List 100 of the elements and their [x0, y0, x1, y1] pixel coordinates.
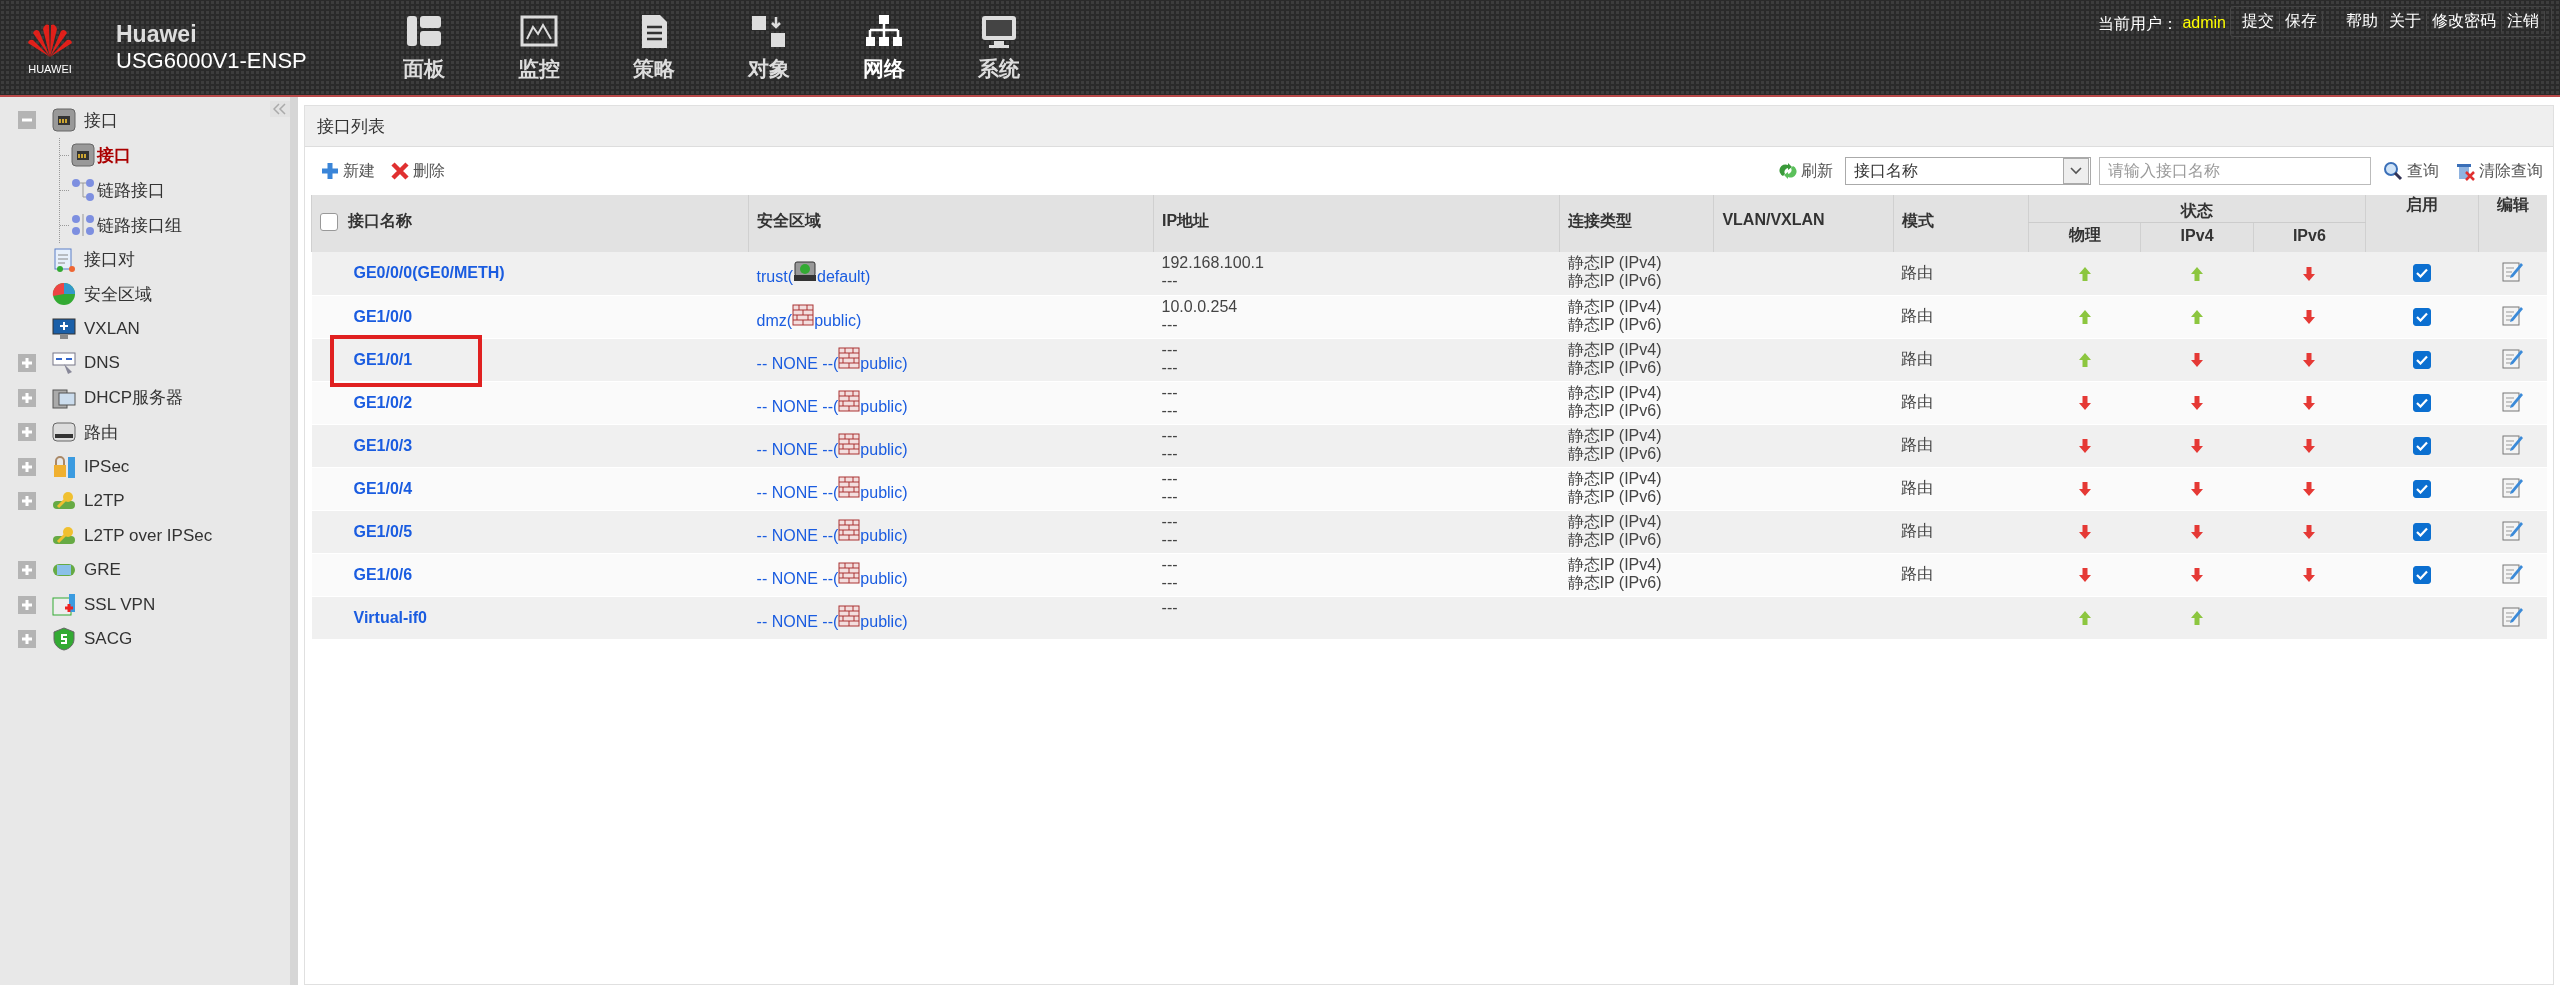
expand-toggle[interactable] — [18, 423, 36, 442]
enable-checkbox[interactable] — [2413, 264, 2432, 283]
interface-link[interactable]: GE0/0/0(GE0/METH) — [319, 264, 505, 282]
tree-item[interactable]: 接口 — [97, 143, 131, 167]
query-button[interactable]: 查询 — [2379, 160, 2443, 182]
delete-button[interactable]: 删除 — [387, 160, 449, 182]
edit-icon — [2501, 260, 2524, 283]
expand-toggle[interactable] — [18, 354, 36, 373]
tree-item[interactable]: SSL VPN — [84, 594, 156, 615]
tree-item[interactable]: VXLAN — [84, 318, 140, 339]
panel-title: 接口列表 — [317, 114, 385, 138]
tree-item[interactable]: 链路接口组 — [97, 213, 182, 237]
plus-icon — [321, 162, 339, 180]
zone-link[interactable]: -- NONE --( public) — [756, 561, 908, 588]
enable-checkbox[interactable] — [2413, 479, 2432, 498]
header-link[interactable]: 关于 — [2384, 11, 2427, 32]
interface-link[interactable]: GE1/0/5 — [319, 522, 413, 540]
edit-icon — [2501, 604, 2524, 627]
header-link[interactable]: 修改密码 — [2427, 11, 2502, 32]
enable-checkbox[interactable] — [2413, 393, 2432, 412]
tree-item[interactable]: 接口对 — [84, 248, 135, 272]
collapse-button[interactable] — [270, 101, 290, 117]
edit-button[interactable] — [2501, 260, 2524, 283]
nav-tab[interactable]: 策略 — [596, 0, 711, 95]
expand-toggle[interactable] — [18, 595, 36, 614]
header-link[interactable]: 提交 — [2237, 11, 2280, 32]
edit-button[interactable] — [2501, 604, 2524, 627]
interface-link[interactable]: GE1/0/0 — [319, 307, 413, 325]
zone-link[interactable]: -- NONE --( public) — [756, 604, 908, 631]
enable-checkbox[interactable] — [2413, 522, 2432, 541]
interface-link[interactable]: GE1/0/6 — [319, 565, 413, 583]
expand-toggle[interactable] — [18, 457, 36, 476]
edit-button[interactable] — [2501, 389, 2524, 412]
enable-checkbox[interactable] — [2413, 307, 2432, 326]
mode-text: 路由 — [1901, 436, 1934, 453]
nav-tab[interactable]: 对象 — [711, 0, 826, 95]
expand-toggle[interactable] — [18, 561, 36, 580]
tree-item[interactable]: 链路接口 — [97, 178, 165, 202]
edit-icon — [2501, 475, 2524, 498]
mode-text: 路由 — [1901, 350, 1934, 367]
edit-button[interactable] — [2501, 432, 2524, 455]
interface-link[interactable]: Virtual-if0 — [319, 608, 427, 626]
tree-item[interactable]: L2TP — [84, 491, 125, 512]
search-field[interactable]: 请输入接口名称 — [2099, 157, 2371, 185]
nav-tab[interactable]: 网络 — [826, 0, 941, 95]
zone-link[interactable]: -- NONE --( public) — [756, 389, 908, 416]
zone-link[interactable]: -- NONE --( public) — [756, 475, 908, 502]
column-header: 接口名称 — [348, 211, 412, 231]
select-all-checkbox[interactable] — [320, 212, 338, 231]
brick-wall-icon — [792, 303, 815, 326]
expand-toggle[interactable] — [18, 492, 36, 511]
tree-item[interactable]: SACG — [84, 629, 133, 650]
enable-checkbox[interactable] — [2413, 565, 2432, 584]
connection-type: 静态IP (IPv6) — [1567, 315, 1663, 334]
header-link[interactable]: 帮助 — [2341, 11, 2384, 32]
new-button[interactable]: 新建 — [317, 160, 379, 182]
edit-button[interactable] — [2501, 346, 2524, 369]
connection-type: 静态IP (IPv4) — [1567, 512, 1663, 531]
checkmark-icon — [2416, 354, 2429, 365]
edit-button[interactable] — [2501, 475, 2524, 498]
connection-type: 静态IP (IPv4) — [1567, 340, 1663, 359]
edit-button[interactable] — [2501, 518, 2524, 541]
ip-address: --- — [1161, 530, 1179, 549]
tree-item[interactable]: L2TP over IPSec — [84, 525, 213, 546]
enable-checkbox[interactable] — [2413, 436, 2432, 455]
nav-tab[interactable]: 面板 — [366, 0, 481, 95]
list-page-icon — [52, 247, 76, 272]
nav-tab[interactable]: 监控 — [481, 0, 596, 95]
tree-item[interactable]: DNS — [84, 353, 120, 374]
header-link[interactable]: 注销 — [2502, 11, 2545, 32]
column-header: 启用 — [2406, 196, 2439, 213]
interface-link[interactable]: GE1/0/1 — [319, 350, 413, 368]
tree-item[interactable]: GRE — [84, 560, 121, 581]
nav-tab[interactable]: 系统 — [941, 0, 1056, 95]
tree-item[interactable]: DHCP服务器 — [84, 386, 184, 410]
zone-link[interactable]: dmz( public) — [756, 303, 862, 330]
tree-item[interactable]: 路由 — [84, 420, 118, 444]
tree-item[interactable]: IPSec — [84, 456, 130, 477]
refresh-button[interactable]: 刷新 — [1775, 160, 1837, 182]
brick-wall-icon — [838, 346, 861, 369]
expand-toggle[interactable] — [18, 630, 36, 649]
edit-button[interactable] — [2501, 303, 2524, 326]
interface-link[interactable]: GE1/0/4 — [319, 479, 413, 497]
checkmark-icon — [2416, 268, 2429, 279]
enable-checkbox[interactable] — [2413, 350, 2432, 369]
edit-icon — [2501, 518, 2524, 541]
edit-button[interactable] — [2501, 561, 2524, 584]
zone-link[interactable]: -- NONE --( public) — [756, 432, 908, 459]
expand-toggle[interactable] — [18, 111, 36, 130]
tree-item[interactable]: 接口 — [84, 108, 118, 132]
zone-link[interactable]: -- NONE --( public) — [756, 518, 908, 545]
filter-dropdown[interactable]: 接口名称 — [1845, 157, 2091, 185]
interface-link[interactable]: GE1/0/3 — [319, 436, 413, 454]
zone-link[interactable]: trust( default) — [756, 260, 871, 287]
interface-link[interactable]: GE1/0/2 — [319, 393, 413, 411]
expand-toggle[interactable] — [18, 388, 36, 407]
tree-item[interactable]: 安全区域 — [84, 282, 152, 306]
header-link[interactable]: 保存 — [2280, 11, 2323, 32]
zone-link[interactable]: -- NONE --( public) — [756, 346, 908, 373]
clear-query-button[interactable]: 清除查询 — [2451, 160, 2547, 182]
